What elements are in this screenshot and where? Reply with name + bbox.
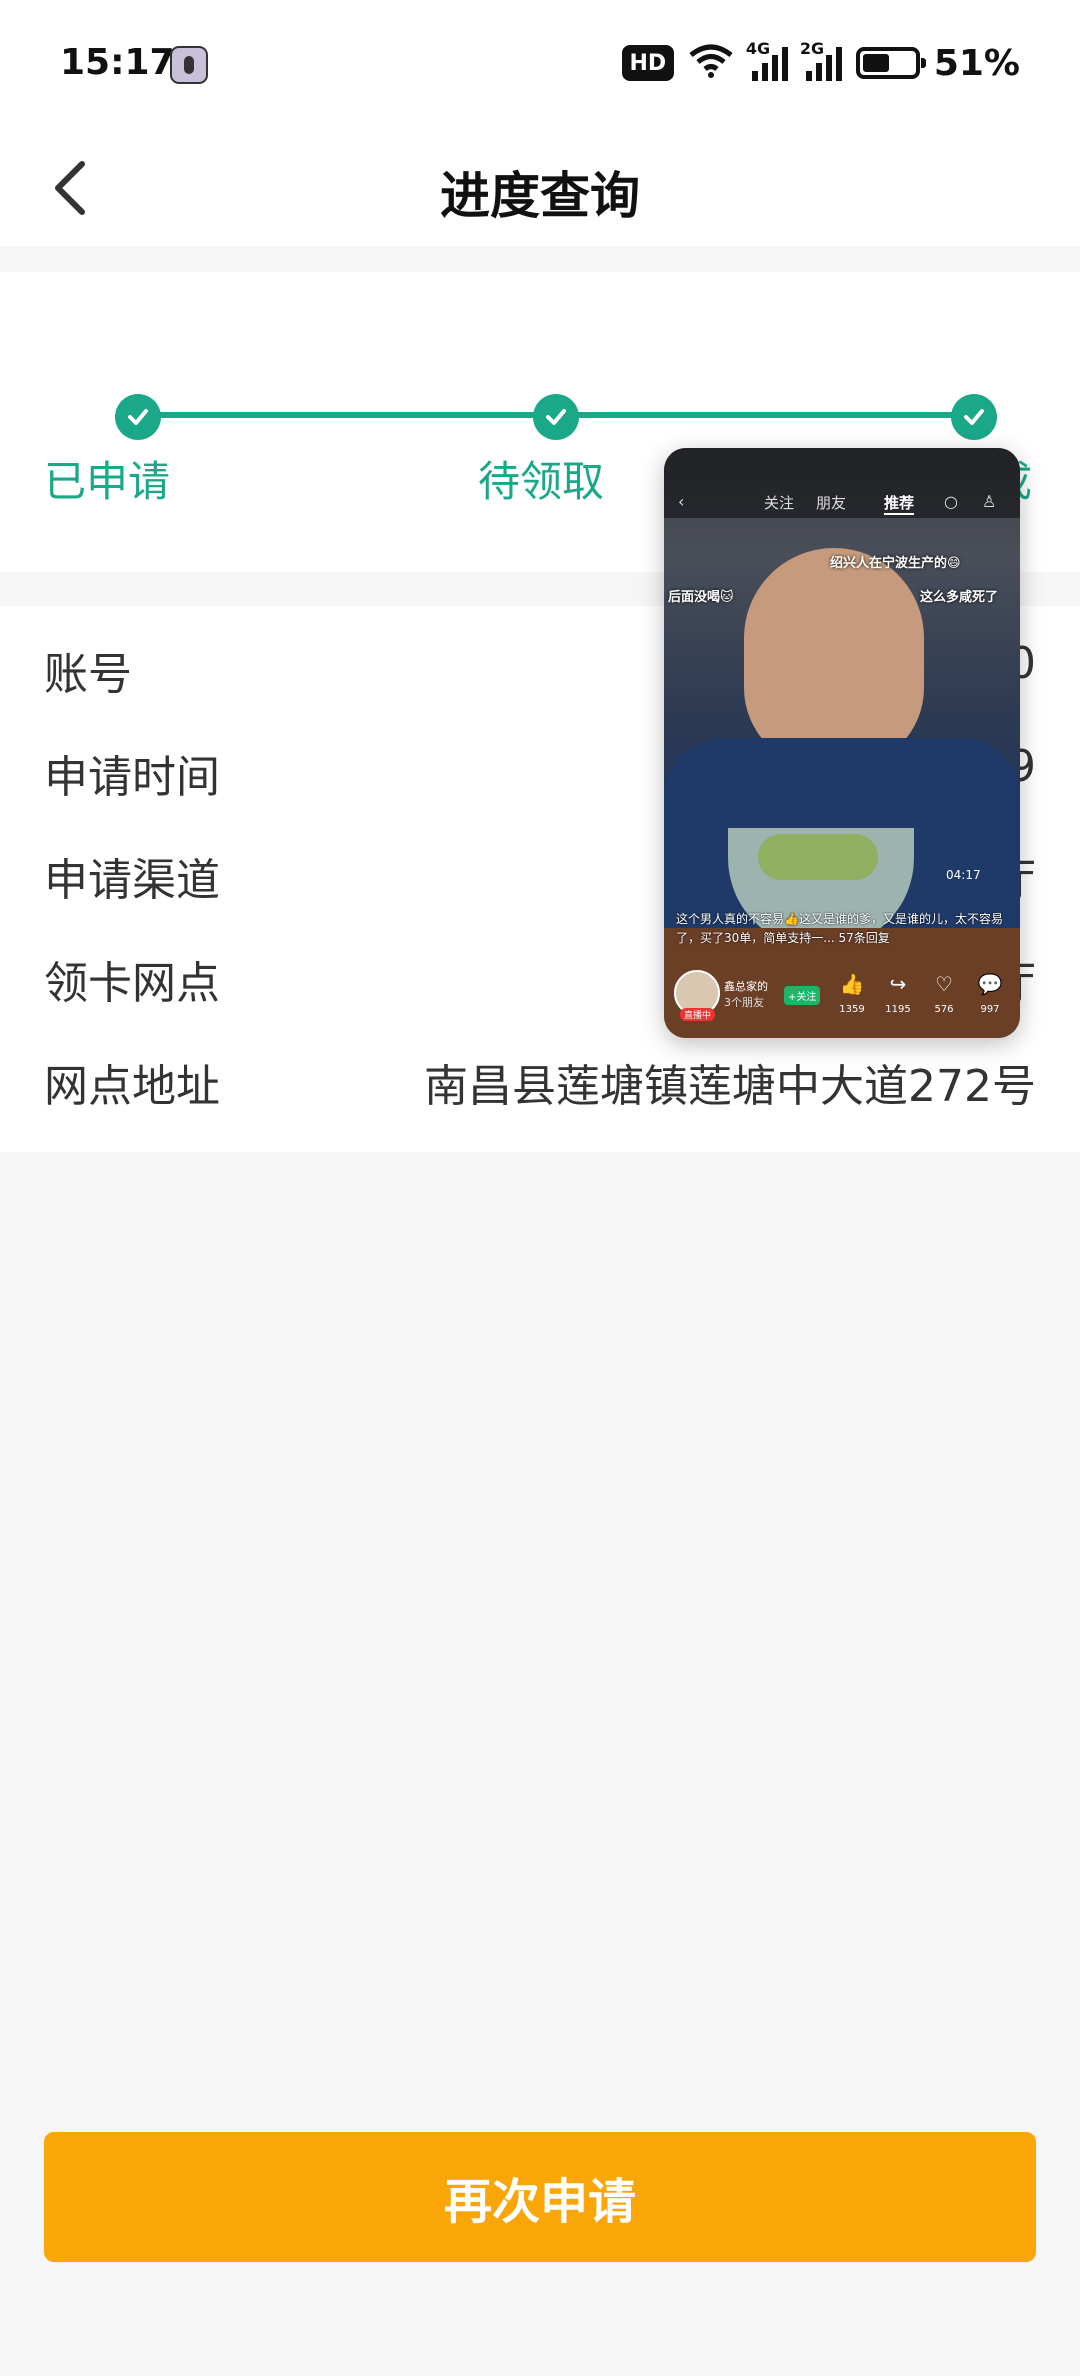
wifi-icon <box>688 43 734 83</box>
video-description: 这个男人真的不容易👍这又是谁的爹，又是谁的儿，太不容易了，买了30单，简单支持一… <box>676 912 1003 945</box>
app-notification-icon <box>170 46 208 84</box>
video-topbar: ‹ 关注 朋友 推荐 ○ ♙ <box>664 448 1020 518</box>
info-value: 南昌县莲塘镇莲塘中大道272号 <box>424 1061 1036 1112</box>
info-row-address: 网点地址 南昌县莲塘镇莲塘中大道272号 <box>0 1028 1080 1128</box>
step-check-icon <box>533 394 579 440</box>
signal-4g-icon: 4G <box>746 39 788 81</box>
nav-header: 进度查询 <box>0 130 1080 246</box>
like-button[interactable]: 👍 1359 <box>830 972 874 1015</box>
video-duration: 04:17 <box>946 868 981 882</box>
video-caption-left: 后面没喝🐱 <box>668 590 734 605</box>
share-button[interactable]: ↪ 1195 <box>876 972 920 1015</box>
status-icons: HD 4G 2G 51% <box>621 39 1020 86</box>
video-tab-following[interactable]: 关注 <box>764 492 794 513</box>
status-time: 15:17 <box>60 42 175 83</box>
video-caption-top: 绍兴人在宁波生产的😄 <box>830 556 961 571</box>
info-label: 账号 <box>44 649 132 700</box>
signal-2g-icon: 2G <box>800 39 842 81</box>
step-check-icon <box>115 394 161 440</box>
info-label: 申请渠道 <box>44 855 220 906</box>
video-tab-friends[interactable]: 朋友 <box>816 492 846 513</box>
share-icon: ↪ <box>889 972 907 996</box>
like-count: 1359 <box>839 1004 865 1015</box>
reapply-button[interactable]: 再次申请 <box>44 2132 1036 2262</box>
comment-button[interactable]: 💬 997 <box>968 972 1012 1015</box>
heart-icon: ♡ <box>935 972 953 996</box>
comment-count: 997 <box>980 1004 1000 1015</box>
author-friends: 3个朋友 <box>724 996 764 1009</box>
step-label-applied: 已申请 <box>44 457 171 506</box>
hd-icon: HD <box>621 45 674 81</box>
battery-icon <box>855 47 926 79</box>
step-connector <box>556 412 974 418</box>
thumbs-up-icon: 👍 <box>839 972 865 996</box>
live-badge: 直播中 <box>680 1008 716 1021</box>
info-label: 领卡网点 <box>44 958 220 1009</box>
page-title: 进度查询 <box>440 167 640 225</box>
status-bar: 15:17 HD 4G 2G 51% <box>0 0 1080 130</box>
step-label-pending: 待领取 <box>478 457 605 506</box>
info-label: 网点地址 <box>44 1061 220 1112</box>
info-label: 申请时间 <box>44 752 220 803</box>
follow-button[interactable]: +关注 <box>784 986 821 1005</box>
author-name[interactable]: 鑫总家的 <box>724 978 768 994</box>
video-caption-right: 这么多咸死了 <box>920 590 999 605</box>
share-count: 1195 <box>885 1004 911 1015</box>
battery-percent: 51% <box>933 42 1020 84</box>
favorite-count: 576 <box>934 1004 954 1015</box>
video-person-face <box>744 548 924 768</box>
step-connector <box>138 412 556 418</box>
floating-video-window[interactable]: ‹ 关注 朋友 推荐 ○ ♙ 绍兴人在宁波生产的😄 后面没喝🐱 这么多咸死了 0… <box>664 448 1020 1038</box>
video-search-icon[interactable]: ○ <box>944 492 958 511</box>
video-profile-icon[interactable]: ♙ <box>982 492 996 511</box>
video-tab-recommend[interactable]: 推荐 <box>884 492 915 515</box>
comment-icon: 💬 <box>977 972 1003 996</box>
video-bottom-bar: 直播中 鑫总家的 3个朋友 +关注 👍 1359 ↪ 1195 ♡ 576 💬 … <box>664 958 1020 1038</box>
favorite-button[interactable]: ♡ 576 <box>922 972 966 1015</box>
video-back-icon[interactable]: ‹ <box>678 492 684 511</box>
step-check-icon <box>951 394 997 440</box>
